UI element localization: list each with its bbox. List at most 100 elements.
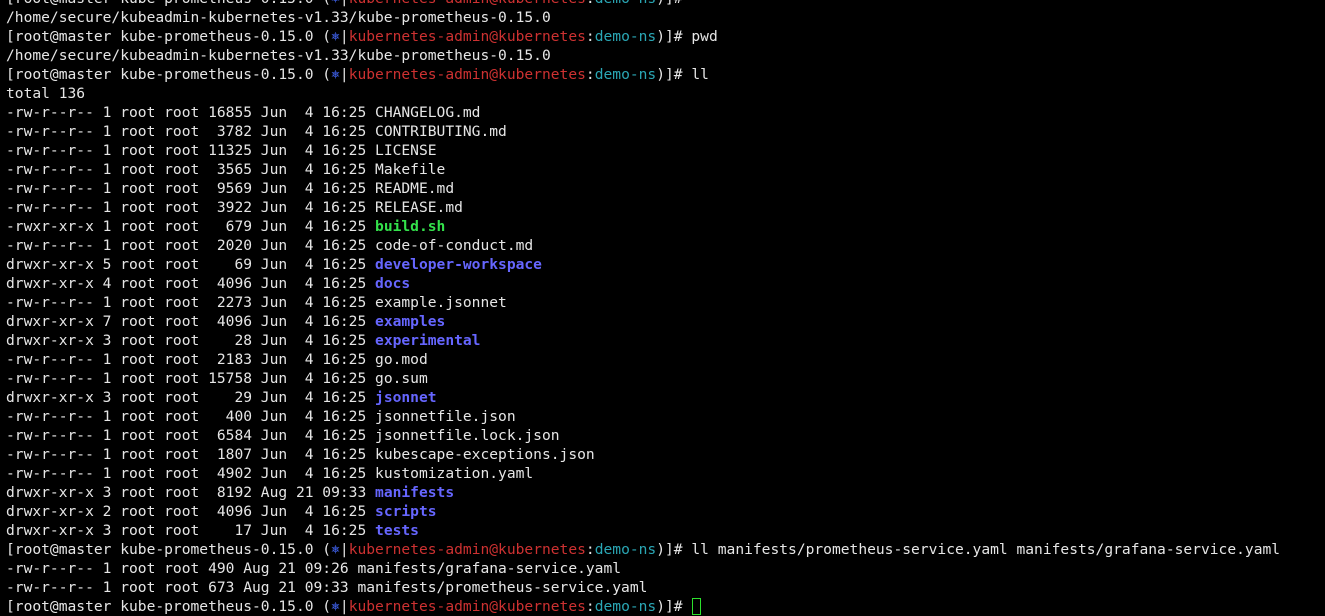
directory-name: docs xyxy=(375,275,411,292)
kubernetes-icon: ⎈ xyxy=(331,66,340,83)
output-line: -rw-r--r-- 1 root root 15758 Jun 4 16:25… xyxy=(6,369,1325,388)
directory-name: experimental xyxy=(375,332,481,349)
terminal-window[interactable]: [root@master kube-prometheus-0.15.0 (⎈|k… xyxy=(0,0,1325,615)
kube-context: kubernetes-admin@kubernetes xyxy=(349,0,586,7)
output-line: -rw-r--r-- 1 root root 2020 Jun 4 16:25 … xyxy=(6,236,1325,255)
output-text: -rw-r--r-- 1 root root 4902 Jun 4 16:25 xyxy=(6,465,376,482)
prompt-end: )]# xyxy=(656,66,692,83)
output-text: go.mod xyxy=(375,351,428,368)
output-text: -rw-r--r-- 1 root root 6584 Jun 4 16:25 xyxy=(6,427,376,444)
output-text: Makefile xyxy=(375,161,446,178)
output-text: drwxr-xr-x 3 root root 28 Jun 4 16:25 xyxy=(6,332,376,349)
prompt-separator: | xyxy=(339,28,349,45)
kube-context: kubernetes-admin@kubernetes xyxy=(348,66,586,83)
output-text: -rw-r--r-- 1 root root 11325 Jun 4 16:25 xyxy=(6,142,376,159)
output-line: /home/secure/kubeadmin-kubernetes-v1.33/… xyxy=(6,8,1325,27)
kubernetes-icon: ⎈ xyxy=(331,541,340,558)
output-text: -rw-r--r-- 1 root root 2020 Jun 4 16:25 xyxy=(6,237,376,254)
output-text: code-of-conduct.md xyxy=(375,237,534,254)
output-line: -rw-r--r-- 1 root root 2183 Jun 4 16:25 … xyxy=(6,350,1325,369)
kubernetes-icon: ⎈ xyxy=(331,28,340,45)
kube-namespace: demo-ns xyxy=(594,66,657,83)
output-line: -rw-r--r-- 1 root root 3565 Jun 4 16:25 … xyxy=(6,160,1325,179)
output-text: README.md xyxy=(375,180,455,197)
output-text: -rw-r--r-- 1 root root 2183 Jun 4 16:25 xyxy=(6,351,376,368)
kube-namespace: demo-ns xyxy=(594,598,657,615)
output-text: kustomization.yaml xyxy=(375,465,534,482)
output-text: CHANGELOG.md xyxy=(375,104,481,121)
output-text: drwxr-xr-x 2 root root 4096 Jun 4 16:25 xyxy=(6,503,376,520)
kubernetes-icon: ⎈ xyxy=(331,0,340,7)
output-line: -rw-r--r-- 1 root root 3922 Jun 4 16:25 … xyxy=(6,198,1325,217)
output-text: drwxr-xr-x 3 root root 17 Jun 4 16:25 xyxy=(6,522,376,539)
prompt-end: )]# xyxy=(656,0,691,7)
output-line: total 136 xyxy=(6,84,1325,103)
output-line: /home/secure/kubeadmin-kubernetes-v1.33/… xyxy=(6,46,1325,65)
prompt-user-host: [root@master kube-prometheus-0.15.0 ( xyxy=(6,541,332,558)
directory-name: scripts xyxy=(375,503,437,520)
prompt-line: [root@master kube-prometheus-0.15.0 (⎈|k… xyxy=(6,65,1325,84)
directory-name: developer-workspace xyxy=(375,256,542,273)
output-line: -rw-r--r-- 1 root root 6584 Jun 4 16:25 … xyxy=(6,426,1325,445)
output-line: drwxr-xr-x 3 root root 8192 Aug 21 09:33… xyxy=(6,483,1325,502)
directory-name: manifests xyxy=(375,484,455,501)
command-text: pwd xyxy=(691,28,718,45)
text-cursor[interactable] xyxy=(692,598,702,615)
output-line: -rw-r--r-- 1 root root 673 Aug 21 09:33 … xyxy=(6,578,1325,597)
output-line: -rw-r--r-- 1 root root 4902 Jun 4 16:25 … xyxy=(6,464,1325,483)
output-text: total 136 xyxy=(6,85,86,102)
output-line: -rw-r--r-- 1 root root 490 Aug 21 09:26 … xyxy=(6,559,1325,578)
command-text: ll xyxy=(691,66,709,83)
output-text: /home/secure/kubeadmin-kubernetes-v1.33/… xyxy=(6,47,551,64)
prompt-separator: | xyxy=(339,66,349,83)
output-text: /home/secure/kubeadmin-kubernetes-v1.33/… xyxy=(6,9,551,26)
prompt-colon: : xyxy=(585,541,595,558)
output-text: kubescape-exceptions.json xyxy=(375,446,595,463)
prompt-user-host: [root@master kube-prometheus-0.15.0 ( xyxy=(6,0,331,7)
kube-context: kubernetes-admin@kubernetes xyxy=(348,541,586,558)
prompt-end: )]# xyxy=(656,598,692,615)
output-line: -rwxr-xr-x 1 root root 679 Jun 4 16:25 b… xyxy=(6,217,1325,236)
kube-context: kubernetes-admin@kubernetes xyxy=(348,598,586,615)
output-text: drwxr-xr-x 3 root root 29 Jun 4 16:25 xyxy=(6,389,376,406)
output-text: example.jsonnet xyxy=(375,294,507,311)
output-line: -rw-r--r-- 1 root root 16855 Jun 4 16:25… xyxy=(6,103,1325,122)
executable-name: build.sh xyxy=(375,218,446,235)
output-text: LICENSE xyxy=(375,142,437,159)
kube-namespace: demo-ns xyxy=(594,28,657,45)
output-line: -rw-r--r-- 1 root root 3782 Jun 4 16:25 … xyxy=(6,122,1325,141)
prompt-user-host: [root@master kube-prometheus-0.15.0 ( xyxy=(6,28,332,45)
output-text: drwxr-xr-x 3 root root 8192 Aug 21 09:33 xyxy=(6,484,376,501)
command-text: ll manifests/prometheus-service.yaml man… xyxy=(691,541,1281,558)
prompt-user-host: [root@master kube-prometheus-0.15.0 ( xyxy=(6,598,332,615)
output-text: drwxr-xr-x 4 root root 4096 Jun 4 16:25 xyxy=(6,275,376,292)
output-text: -rw-r--r-- 1 root root 3922 Jun 4 16:25 xyxy=(6,199,376,216)
prompt-colon: : xyxy=(585,598,595,615)
output-text: -rw-r--r-- 1 root root 673 Aug 21 09:33 … xyxy=(6,579,648,596)
prompt-separator: | xyxy=(339,598,349,615)
output-text: -rw-r--r-- 1 root root 490 Aug 21 09:26 … xyxy=(6,560,622,577)
kubernetes-icon: ⎈ xyxy=(331,598,340,615)
prompt-separator: | xyxy=(339,541,349,558)
output-line: -rw-r--r-- 1 root root 1807 Jun 4 16:25 … xyxy=(6,445,1325,464)
output-text: RELEASE.md xyxy=(375,199,463,216)
output-line: drwxr-xr-x 3 root root 29 Jun 4 16:25 js… xyxy=(6,388,1325,407)
output-text: -rwxr-xr-x 1 root root 679 Jun 4 16:25 xyxy=(6,218,376,235)
prompt-end: )]# xyxy=(656,28,692,45)
directory-name: jsonnet xyxy=(375,389,437,406)
output-text: CONTRIBUTING.md xyxy=(375,123,507,140)
output-text: -rw-r--r-- 1 root root 2273 Jun 4 16:25 xyxy=(6,294,376,311)
output-line: drwxr-xr-x 4 root root 4096 Jun 4 16:25 … xyxy=(6,274,1325,293)
prompt-separator: | xyxy=(340,0,349,7)
prompt-colon: : xyxy=(585,66,595,83)
output-line: -rw-r--r-- 1 root root 9569 Jun 4 16:25 … xyxy=(6,179,1325,198)
prompt-line: [root@master kube-prometheus-0.15.0 (⎈|k… xyxy=(6,0,1325,8)
output-text: -rw-r--r-- 1 root root 1807 Jun 4 16:25 xyxy=(6,446,376,463)
output-text: -rw-r--r-- 1 root root 3565 Jun 4 16:25 xyxy=(6,161,376,178)
directory-name: examples xyxy=(375,313,446,330)
output-line: drwxr-xr-x 5 root root 69 Jun 4 16:25 de… xyxy=(6,255,1325,274)
prompt-line: [root@master kube-prometheus-0.15.0 (⎈|k… xyxy=(6,540,1325,559)
output-line: drwxr-xr-x 2 root root 4096 Jun 4 16:25 … xyxy=(6,502,1325,521)
output-text: drwxr-xr-x 5 root root 69 Jun 4 16:25 xyxy=(6,256,376,273)
kube-context: kubernetes-admin@kubernetes xyxy=(348,28,586,45)
